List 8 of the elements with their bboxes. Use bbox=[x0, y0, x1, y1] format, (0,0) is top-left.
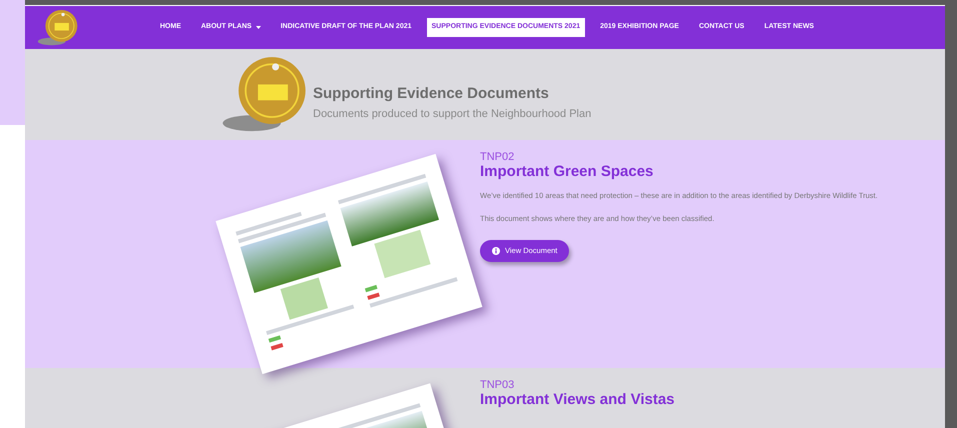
document-title: Important Green Spaces bbox=[480, 163, 654, 182]
caret-icon bbox=[256, 26, 261, 30]
info-icon bbox=[492, 246, 500, 255]
page-title: Supporting Evidence Documents bbox=[313, 84, 550, 104]
document-title: Important Views and Vistas bbox=[480, 391, 675, 410]
document-code: TNP02 bbox=[480, 152, 516, 163]
page-subtitle: Documents produced to support the Neighbourhood Plan bbox=[313, 106, 592, 122]
document-code: TNP03 bbox=[480, 380, 516, 391]
